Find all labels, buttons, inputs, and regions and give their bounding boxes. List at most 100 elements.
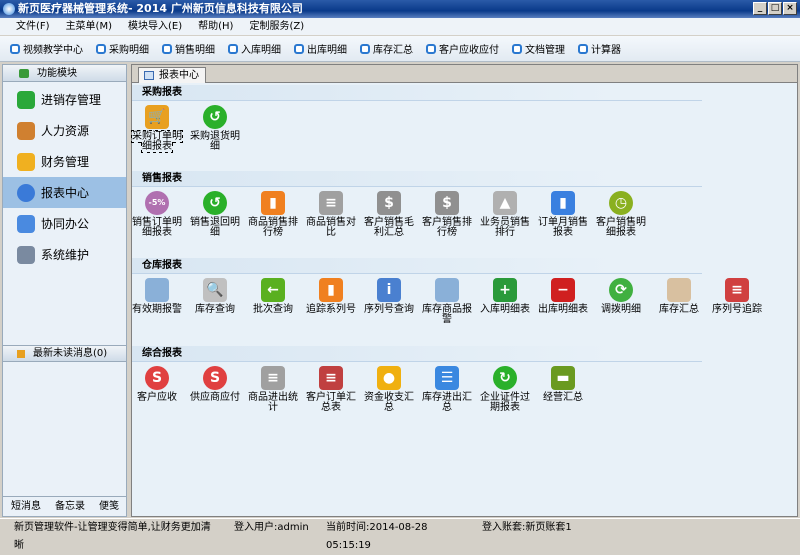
toolbar-button[interactable]: 库存汇总 [360, 41, 413, 56]
toolbar-button[interactable]: 采购明细 [96, 41, 149, 56]
document-icon: ≡ [725, 278, 749, 302]
toolbar: 视频教学中心 采购明细 销售明细 入库明细 出库明细 库存汇总 客户应收应付 文档管理 计算器 [0, 36, 800, 62]
sidebar-item[interactable]: 财务管理 [3, 146, 126, 177]
toolbar-button[interactable]: 入库明细 [228, 41, 281, 56]
icon-grid: S 客户应收 S 供应商应付 ≡ 商品进出统计 ≡ 客户订单汇总表 ● 资金收支汇总 ☰ 库存进出汇总… [132, 366, 797, 426]
report-item-label: 客户订单汇总表 [306, 392, 356, 413]
tab-strip: 报表中心 [132, 65, 797, 83]
report-item[interactable]: -5% 销售订单明细报表 [128, 191, 186, 238]
menu-module-import[interactable]: 模块导入(E) [120, 18, 190, 35]
report-item-label: 商品销售对比 [306, 217, 356, 238]
sidebar-item[interactable]: 报表中心 [3, 177, 126, 208]
menu-bar: 文件(F) 主菜单(M) 模块导入(E) 帮助(H) 定制服务(Z) [0, 18, 800, 35]
memo-link[interactable]: 备忘录 [55, 497, 85, 516]
sidebar-item[interactable]: 进销存管理 [3, 84, 126, 115]
report-item[interactable]: ▮ 追踪系列号 [302, 278, 360, 315]
maximize-button[interactable]: □ [768, 2, 782, 15]
report-item[interactable]: ▲ 业务员销售排行 [476, 191, 534, 238]
app-logo-icon [3, 3, 15, 15]
report-item[interactable]: ● 资金收支汇总 [360, 366, 418, 413]
report-item[interactable]: ▮ 订单月销售报表 [534, 191, 592, 238]
report-item[interactable]: 🛒 采购订单明细报表 [128, 105, 186, 153]
report-item[interactable]: ↻ 企业证件过期报表 [476, 366, 534, 413]
report-item[interactable]: 库存汇总 [650, 278, 708, 315]
sidebar-item-label: 协同办公 [41, 217, 90, 231]
toolbar-button[interactable]: 视频教学中心 [10, 41, 83, 56]
menu-file[interactable]: 文件(F) [8, 18, 58, 35]
report-item[interactable]: $ 客户销售毛利汇总 [360, 191, 418, 238]
report-item[interactable]: ☰ 库存进出汇总 [418, 366, 476, 413]
return-icon: ↺ [203, 191, 227, 215]
checkbox-icon [96, 43, 106, 54]
report-item-label: 销售订单明细报表 [132, 217, 182, 238]
messages-header[interactable]: 最新未读消息(0) [3, 345, 126, 362]
report-item[interactable]: ▮ 商品销售排行榜 [244, 191, 302, 238]
section-title: 采购报表 [132, 85, 702, 101]
return-icon: ↺ [203, 105, 227, 129]
notes-link[interactable]: 便笺 [99, 497, 119, 516]
toolbar-button[interactable]: 客户应收应付 [426, 41, 499, 56]
report-item-label: 商品销售排行榜 [248, 217, 298, 238]
checkbox-icon [512, 43, 522, 54]
cart-add-icon: + [493, 278, 517, 302]
s-circle-icon: S [145, 366, 169, 390]
window-title: 新页医疗器械管理系统- 2014 广州新页信息科技有限公司 [18, 2, 303, 15]
toolbar-button[interactable]: 计算器 [578, 41, 621, 56]
short-message-link[interactable]: 短消息 [11, 497, 41, 516]
section-title: 销售报表 [132, 171, 702, 187]
speaker-icon [17, 350, 25, 358]
document-icon: ≡ [261, 366, 285, 390]
checkbox-icon [228, 43, 238, 54]
menu-custom-service[interactable]: 定制服务(Z) [241, 18, 312, 35]
report-item[interactable]: $ 客户销售排行榜 [418, 191, 476, 238]
checkbox-icon [360, 43, 370, 54]
icon-grid: 有效期报警 🔍 库存查询 ← 批次查询 ▮ 追踪系列号 i 序列号查询 库存商品报警 + 入库明细表 −… [132, 278, 797, 338]
sidebar-item[interactable]: 协同办公 [3, 208, 126, 239]
module-icon [17, 245, 35, 264]
tab-report-center[interactable]: 报表中心 [138, 67, 206, 83]
minimize-button[interactable]: _ [753, 2, 767, 15]
report-item[interactable]: 库存商品报警 [418, 278, 476, 325]
report-item[interactable]: S 客户应收 [128, 366, 186, 403]
report-item[interactable]: ← 批次查询 [244, 278, 302, 315]
report-item[interactable]: ≡ 商品进出统计 [244, 366, 302, 413]
report-item-label: 序列号查询 [364, 304, 414, 315]
menu-main[interactable]: 主菜单(M) [58, 18, 120, 35]
report-item[interactable]: i 序列号查询 [360, 278, 418, 315]
sidebar-item-label: 财务管理 [41, 155, 90, 169]
report-item-label: 客户销售明细报表 [596, 217, 646, 238]
toolbar-button[interactable]: 销售明细 [162, 41, 215, 56]
report-item[interactable]: ⟳ 调拨明细 [592, 278, 650, 315]
report-item[interactable]: ◷ 客户销售明细报表 [592, 191, 650, 238]
report-item[interactable]: ≡ 商品销售对比 [302, 191, 360, 238]
report-item-label: 有效期报警 [132, 304, 182, 315]
toolbar-button-label: 出库明细 [307, 45, 347, 56]
toolbar-button[interactable]: 出库明细 [294, 41, 347, 56]
messages-label: 最新未读消息(0) [33, 348, 108, 359]
report-item[interactable]: S 供应商应付 [186, 366, 244, 403]
module-icon [17, 152, 35, 171]
report-item[interactable]: ▬ 经营汇总 [534, 366, 592, 403]
sidebar-item[interactable]: 系统维护 [3, 239, 126, 270]
report-item[interactable]: ≡ 序列号追踪 [708, 278, 766, 315]
toolbar-button[interactable]: 文档管理 [512, 41, 565, 56]
report-item[interactable]: 🔍 库存查询 [186, 278, 244, 315]
status-time: 当前时间:2014-08-28 05:15:19 [326, 522, 428, 551]
play-icon [19, 69, 29, 78]
main-panel: 报表中心 采购报表 🛒 采购订单明细报表 ↺ 采购退货明细销售报表 -5% 销售订单明细报表… [131, 64, 798, 517]
report-item[interactable]: ↺ 销售退回明细 [186, 191, 244, 238]
sidebar-header: 功能模块 [3, 65, 126, 82]
module-icon [17, 183, 35, 202]
report-item[interactable]: 有效期报警 [128, 278, 186, 315]
sidebar-item[interactable]: 人力资源 [3, 115, 126, 146]
document-icon: ≡ [319, 191, 343, 215]
report-item[interactable]: − 出库明细表 [534, 278, 592, 315]
toolbar-button-label: 视频教学中心 [23, 45, 83, 56]
report-item-label: 调拨明细 [601, 304, 641, 315]
report-item[interactable]: ≡ 客户订单汇总表 [302, 366, 360, 413]
menu-help[interactable]: 帮助(H) [190, 18, 241, 35]
report-item[interactable]: + 入库明细表 [476, 278, 534, 315]
close-button[interactable]: × [783, 2, 797, 15]
report-item-label: 资金收支汇总 [364, 392, 414, 413]
report-item[interactable]: ↺ 采购退货明细 [186, 105, 244, 152]
